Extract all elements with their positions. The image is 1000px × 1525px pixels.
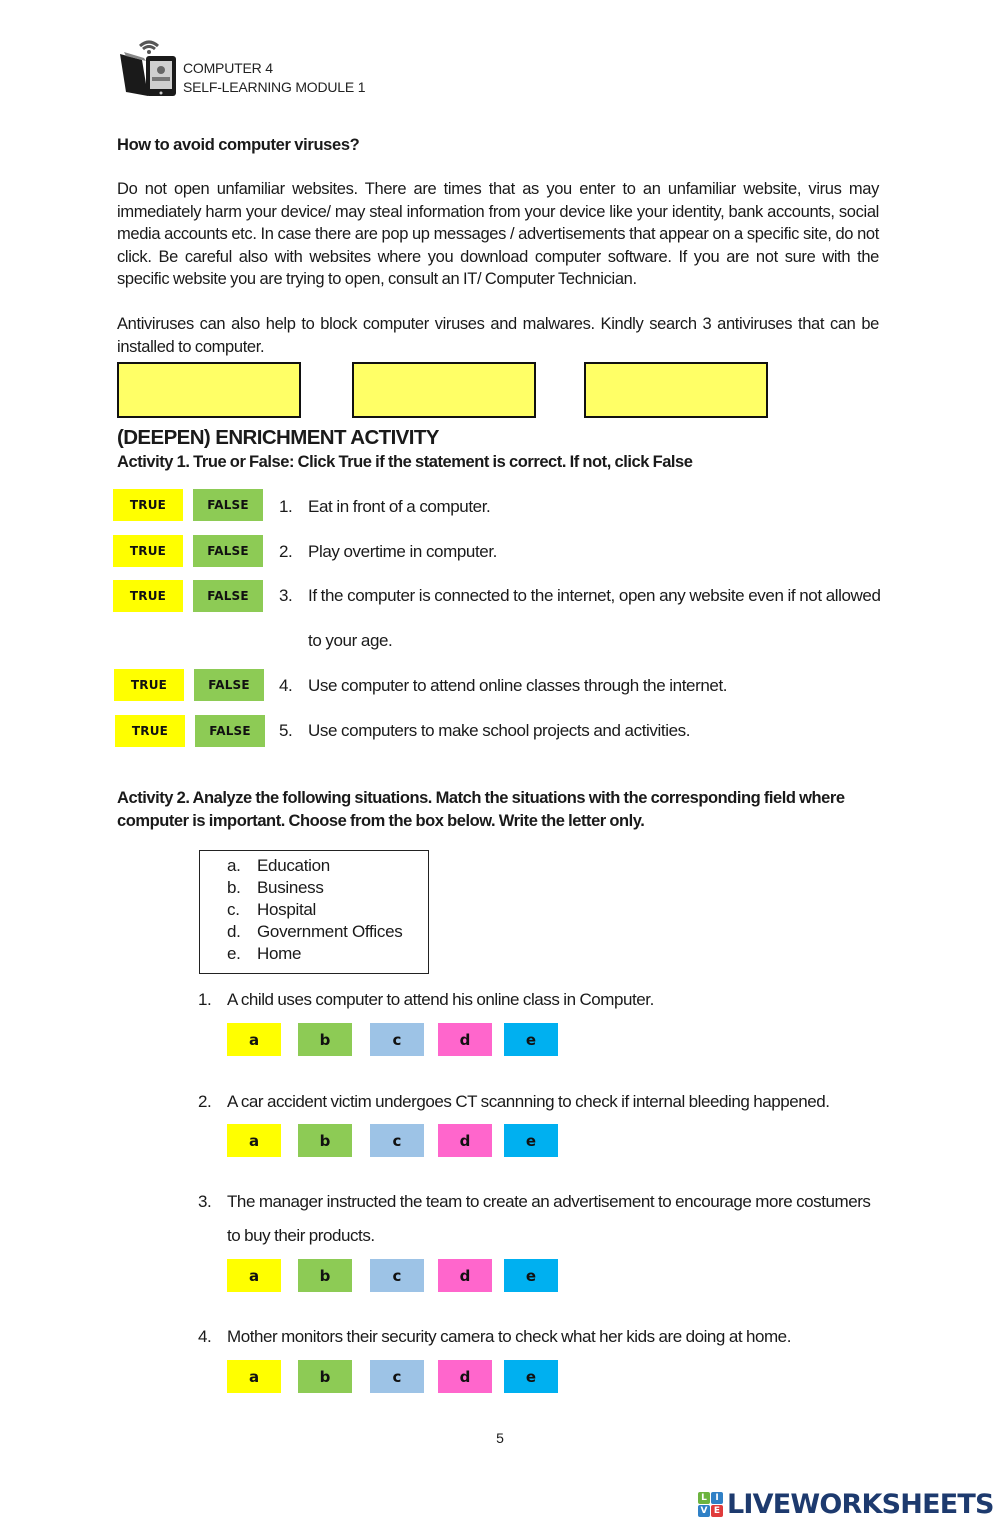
tile-i: I <box>711 1491 723 1504</box>
q1-choice-b[interactable]: b <box>298 1023 352 1056</box>
tile-e: E <box>711 1504 723 1517</box>
question-3-continued: to buy their products. <box>227 1226 375 1245</box>
q1-choice-c[interactable]: c <box>370 1023 424 1056</box>
q4-choice-c[interactable]: c <box>370 1360 424 1393</box>
q1-choice-e[interactable]: e <box>504 1023 558 1056</box>
field-option-business: b. Business <box>227 878 324 898</box>
question-number: 4. <box>198 1327 212 1346</box>
q2-choice-e[interactable]: e <box>504 1124 558 1157</box>
field-option-hospital: c. Hospital <box>227 900 316 920</box>
q3-choice-e[interactable]: e <box>504 1259 558 1292</box>
enrichment-title: (DEEPEN) ENRICHMENT ACTIVITY <box>117 426 439 449</box>
antivirus-paragraph: Antiviruses can also help to block compu… <box>117 315 879 356</box>
activity2-title-line1: Activity 2. Analyze the following situat… <box>117 789 845 807</box>
statement-text: Use computer to attend online classes th… <box>308 676 728 695</box>
field-option-home: e. Home <box>227 944 301 964</box>
false-button-3[interactable]: FALSE <box>193 580 263 612</box>
liveworksheets-logo: L I V E LIVEWORKSHEETS <box>698 1488 994 1520</box>
q4-choice-a[interactable]: a <box>227 1360 281 1393</box>
field-letter: c. <box>227 900 240 919</box>
q2-choice-a[interactable]: a <box>227 1124 281 1157</box>
question-number: 1. <box>198 990 212 1009</box>
true-button-4[interactable]: TRUE <box>114 669 184 701</box>
statement-number: 5. <box>279 721 293 740</box>
field-name: Hospital <box>257 900 317 919</box>
question-2: 2. A car accident victim undergoes CT sca… <box>198 1092 830 1112</box>
question-text: A child uses computer to attend his onli… <box>227 990 654 1009</box>
statement-text: Play overtime in computer. <box>308 542 498 561</box>
q4-choice-e[interactable]: e <box>504 1360 558 1393</box>
tf-statement-3-continued: to your age. <box>308 631 393 650</box>
q2-choice-d[interactable]: d <box>438 1124 492 1157</box>
field-name: Education <box>257 856 330 875</box>
true-button-2[interactable]: TRUE <box>113 535 183 567</box>
q2-choice-b[interactable]: b <box>298 1124 352 1157</box>
header-module: SELF-LEARNING MODULE 1 <box>183 79 366 95</box>
header-course: COMPUTER 4 <box>183 60 273 76</box>
tf-statement-5: 5. Use computers to make school projects … <box>279 721 690 741</box>
antivirus-answer-box-1[interactable] <box>117 362 301 418</box>
activity1-title: Activity 1. True or False: Click True if… <box>117 453 693 471</box>
tf-statement-4: 4. Use computer to attend online classes … <box>279 676 728 696</box>
live-tiles-icon: L I V E <box>698 1491 723 1517</box>
q1-choice-d[interactable]: d <box>438 1023 492 1056</box>
q3-choice-c[interactable]: c <box>370 1259 424 1292</box>
q2-choice-c[interactable]: c <box>370 1124 424 1157</box>
field-letter: b. <box>227 878 241 897</box>
question-3: 3. The manager instructed the team to cre… <box>198 1192 871 1212</box>
avoid-paragraph: Do not open unfamiliar websites. There a… <box>117 180 879 288</box>
question-text: The manager instructed the team to creat… <box>227 1192 871 1211</box>
statement-text: If the computer is connected to the inte… <box>308 586 881 605</box>
q3-choice-a[interactable]: a <box>227 1259 281 1292</box>
question-text: Mother monitors their security camera to… <box>227 1327 791 1346</box>
q4-choice-d[interactable]: d <box>438 1360 492 1393</box>
field-option-government: d. Government Offices <box>227 922 403 942</box>
q1-choice-a[interactable]: a <box>227 1023 281 1056</box>
brand-wordmark: LIVEWORKSHEETS <box>727 1488 994 1520</box>
false-button-5[interactable]: FALSE <box>195 715 265 747</box>
tile-v: V <box>698 1504 710 1517</box>
field-options-box: a. Education b. Business c. Hospital d. Gove… <box>199 850 429 974</box>
page-number: 5 <box>496 1430 504 1446</box>
statement-number: 1. <box>279 497 293 516</box>
tf-statement-1: 1. Eat in front of a computer. <box>279 497 491 517</box>
question-1: 1. A child uses computer to attend his on… <box>198 990 654 1010</box>
true-button-1[interactable]: TRUE <box>113 489 183 521</box>
tile-l: L <box>698 1491 710 1504</box>
field-letter: d. <box>227 922 241 941</box>
q4-choice-b[interactable]: b <box>298 1360 352 1393</box>
question-4: 4. Mother monitors their security camera … <box>198 1327 791 1347</box>
true-button-5[interactable]: TRUE <box>115 715 185 747</box>
false-button-1[interactable]: FALSE <box>193 489 263 521</box>
true-button-3[interactable]: TRUE <box>113 580 183 612</box>
tf-statement-2: 2. Play overtime in computer. <box>279 542 497 562</box>
field-letter: e. <box>227 944 241 963</box>
field-name: Government Offices <box>257 922 403 941</box>
question-text: A car accident victim undergoes CT scann… <box>227 1092 830 1111</box>
false-button-2[interactable]: FALSE <box>193 535 263 567</box>
statement-text: Use computers to make school projects an… <box>308 721 691 740</box>
q3-choice-b[interactable]: b <box>298 1259 352 1292</box>
section-heading: How to avoid computer viruses? <box>117 136 360 154</box>
tf-statement-3: 3. If the computer is connected to the in… <box>279 586 881 606</box>
question-number: 3. <box>198 1192 212 1211</box>
antivirus-answer-box-3[interactable] <box>584 362 768 418</box>
statement-number: 2. <box>279 542 293 561</box>
field-name: Business <box>257 878 324 897</box>
antivirus-answer-box-2[interactable] <box>352 362 536 418</box>
statement-text: Eat in front of a computer. <box>308 497 491 516</box>
false-button-4[interactable]: FALSE <box>194 669 264 701</box>
q3-choice-d[interactable]: d <box>438 1259 492 1292</box>
field-name: Home <box>257 944 302 963</box>
question-number: 2. <box>198 1092 212 1111</box>
activity2-title-line2: computer is important. Choose from the b… <box>117 812 645 830</box>
field-option-education: a. Education <box>227 856 330 876</box>
field-letter: a. <box>227 856 241 875</box>
statement-number: 4. <box>279 676 293 695</box>
statement-number: 3. <box>279 586 293 605</box>
module-logo-icon <box>118 34 180 98</box>
